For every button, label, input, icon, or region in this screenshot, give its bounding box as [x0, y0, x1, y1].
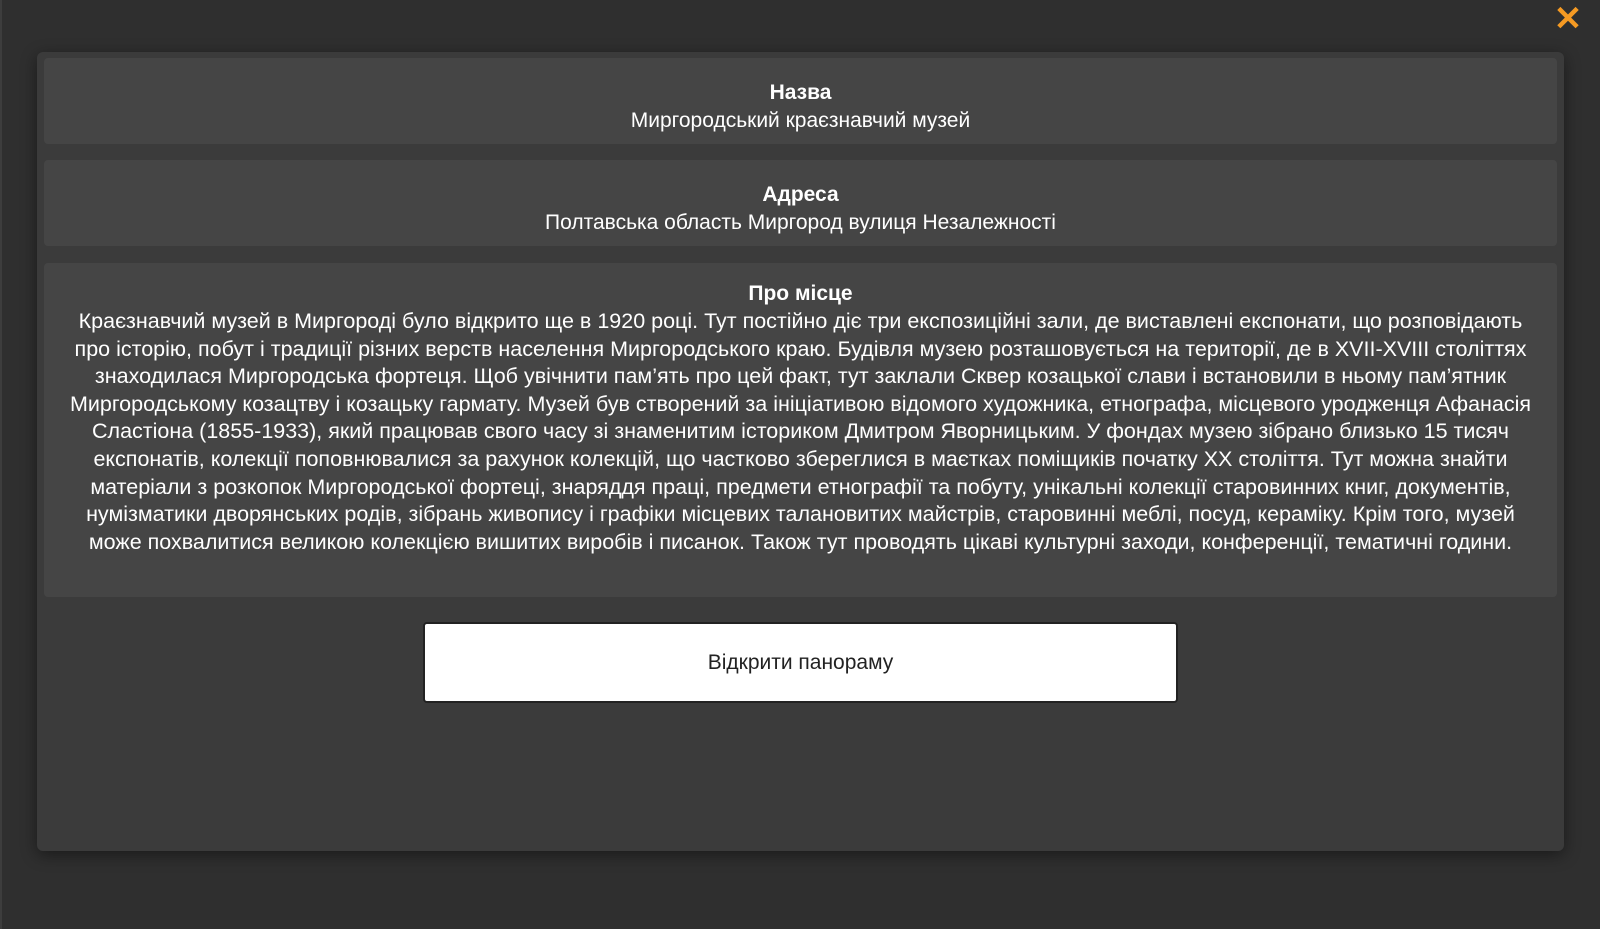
window-left-edge [0, 0, 2, 929]
about-section: Про місце Краєзнавчий музей в Миргороді … [44, 263, 1557, 597]
open-panorama-button[interactable]: Відкрити панораму [423, 622, 1178, 703]
place-name: Миргородський краєзнавчий музей [630, 109, 971, 132]
close-icon[interactable]: ✕ [1552, 2, 1584, 36]
address-section: Адреса Полтавська область Миргород вулиц… [44, 160, 1557, 246]
page: ✕ Назва Миргородський краєзнавчий музей … [0, 0, 1600, 929]
name-section: Назва Миргородський краєзнавчий музей [44, 58, 1557, 144]
place-address: Полтавська область Миргород вулиця Незал… [545, 211, 1056, 234]
name-heading: Назва [769, 81, 832, 104]
about-description: Краєзнавчий музей в Миргороді було відкр… [69, 309, 1532, 554]
place-info-modal: Назва Миргородський краєзнавчий музей Ад… [37, 52, 1564, 851]
address-heading: Адреса [762, 183, 839, 206]
about-heading: Про місце [748, 282, 853, 305]
